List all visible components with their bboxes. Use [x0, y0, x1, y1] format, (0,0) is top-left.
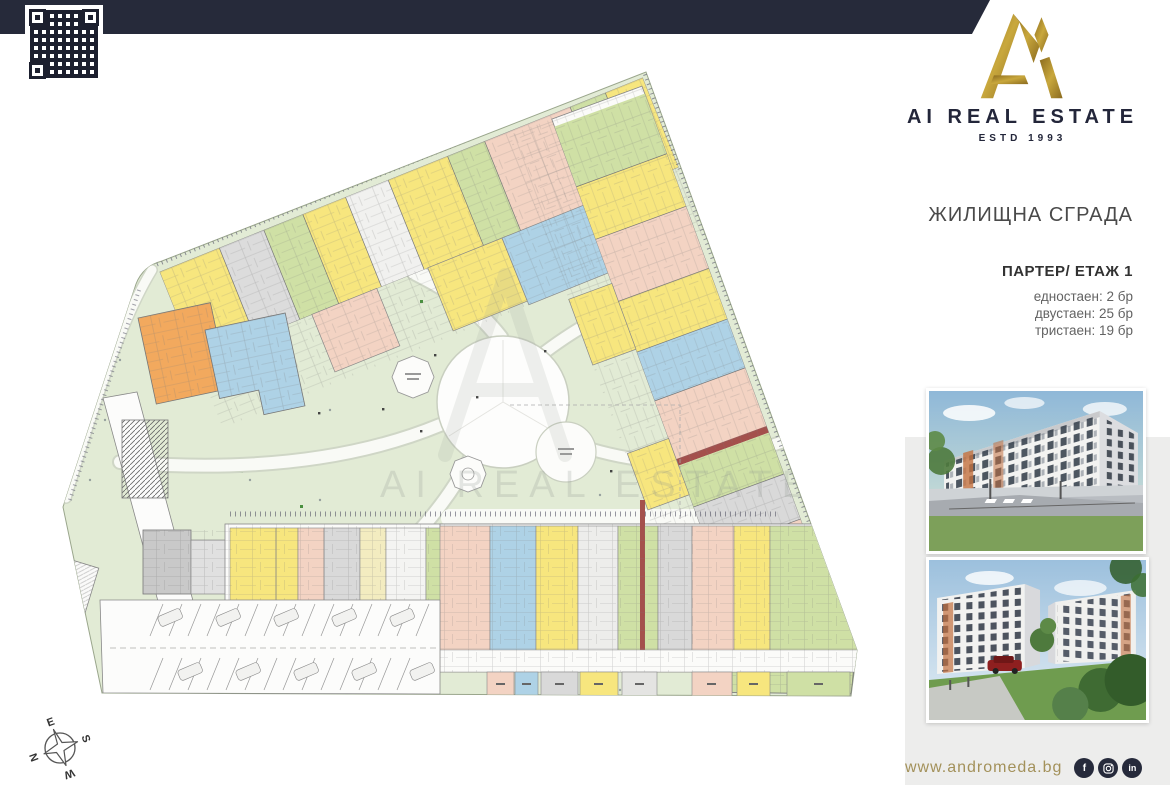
stat-line: едностаен: 2 бр — [905, 288, 1133, 305]
facebook-icon[interactable]: f — [1074, 758, 1094, 778]
svg-text:E: E — [45, 716, 56, 730]
listing-info: ЖИЛИЩНА СГРАДА ПАРТЕР/ ЕТАЖ 1 едностаен:… — [905, 204, 1133, 339]
instagram-icon[interactable] — [1098, 758, 1118, 778]
brand-name: AI REAL ESTATE — [900, 106, 1145, 129]
watermark-text: AI REAL ESTATE — [380, 464, 817, 506]
svg-text:W: W — [62, 766, 76, 781]
brand-logo-mark — [979, 10, 1067, 102]
brochure-page: { "theme": { "navy": "#262a3a", "brand_g… — [0, 0, 1170, 785]
brand-logo: AI REAL ESTATE ESTD 1993 — [900, 10, 1145, 144]
building-render-photo-2 — [926, 557, 1149, 723]
footer: www.andromeda.bg f in — [905, 758, 1155, 778]
stat-line: двустаен: 25 бр — [905, 305, 1133, 322]
linkedin-icon[interactable]: in — [1122, 758, 1142, 778]
social-icons: f in — [1074, 758, 1142, 778]
stat-line: тристаен: 19 бр — [905, 322, 1133, 339]
website-link[interactable]: www.andromeda.bg — [905, 759, 1062, 777]
brand-estd: ESTD 1993 — [900, 133, 1145, 144]
building-render-photo-1 — [926, 388, 1146, 554]
svg-text:S: S — [79, 733, 93, 744]
compass-rose-icon: N E S W — [28, 716, 93, 781]
listing-title: ЖИЛИЩНА СГРАДА — [905, 204, 1133, 227]
parking-garage — [100, 600, 440, 694]
floor-label: ПАРТЕР/ ЕТАЖ 1 — [905, 263, 1133, 280]
playground-pavilion — [392, 356, 434, 398]
site-plan: AI REAL ESTATE N E S W — [0, 0, 880, 785]
svg-text:N: N — [28, 751, 42, 763]
